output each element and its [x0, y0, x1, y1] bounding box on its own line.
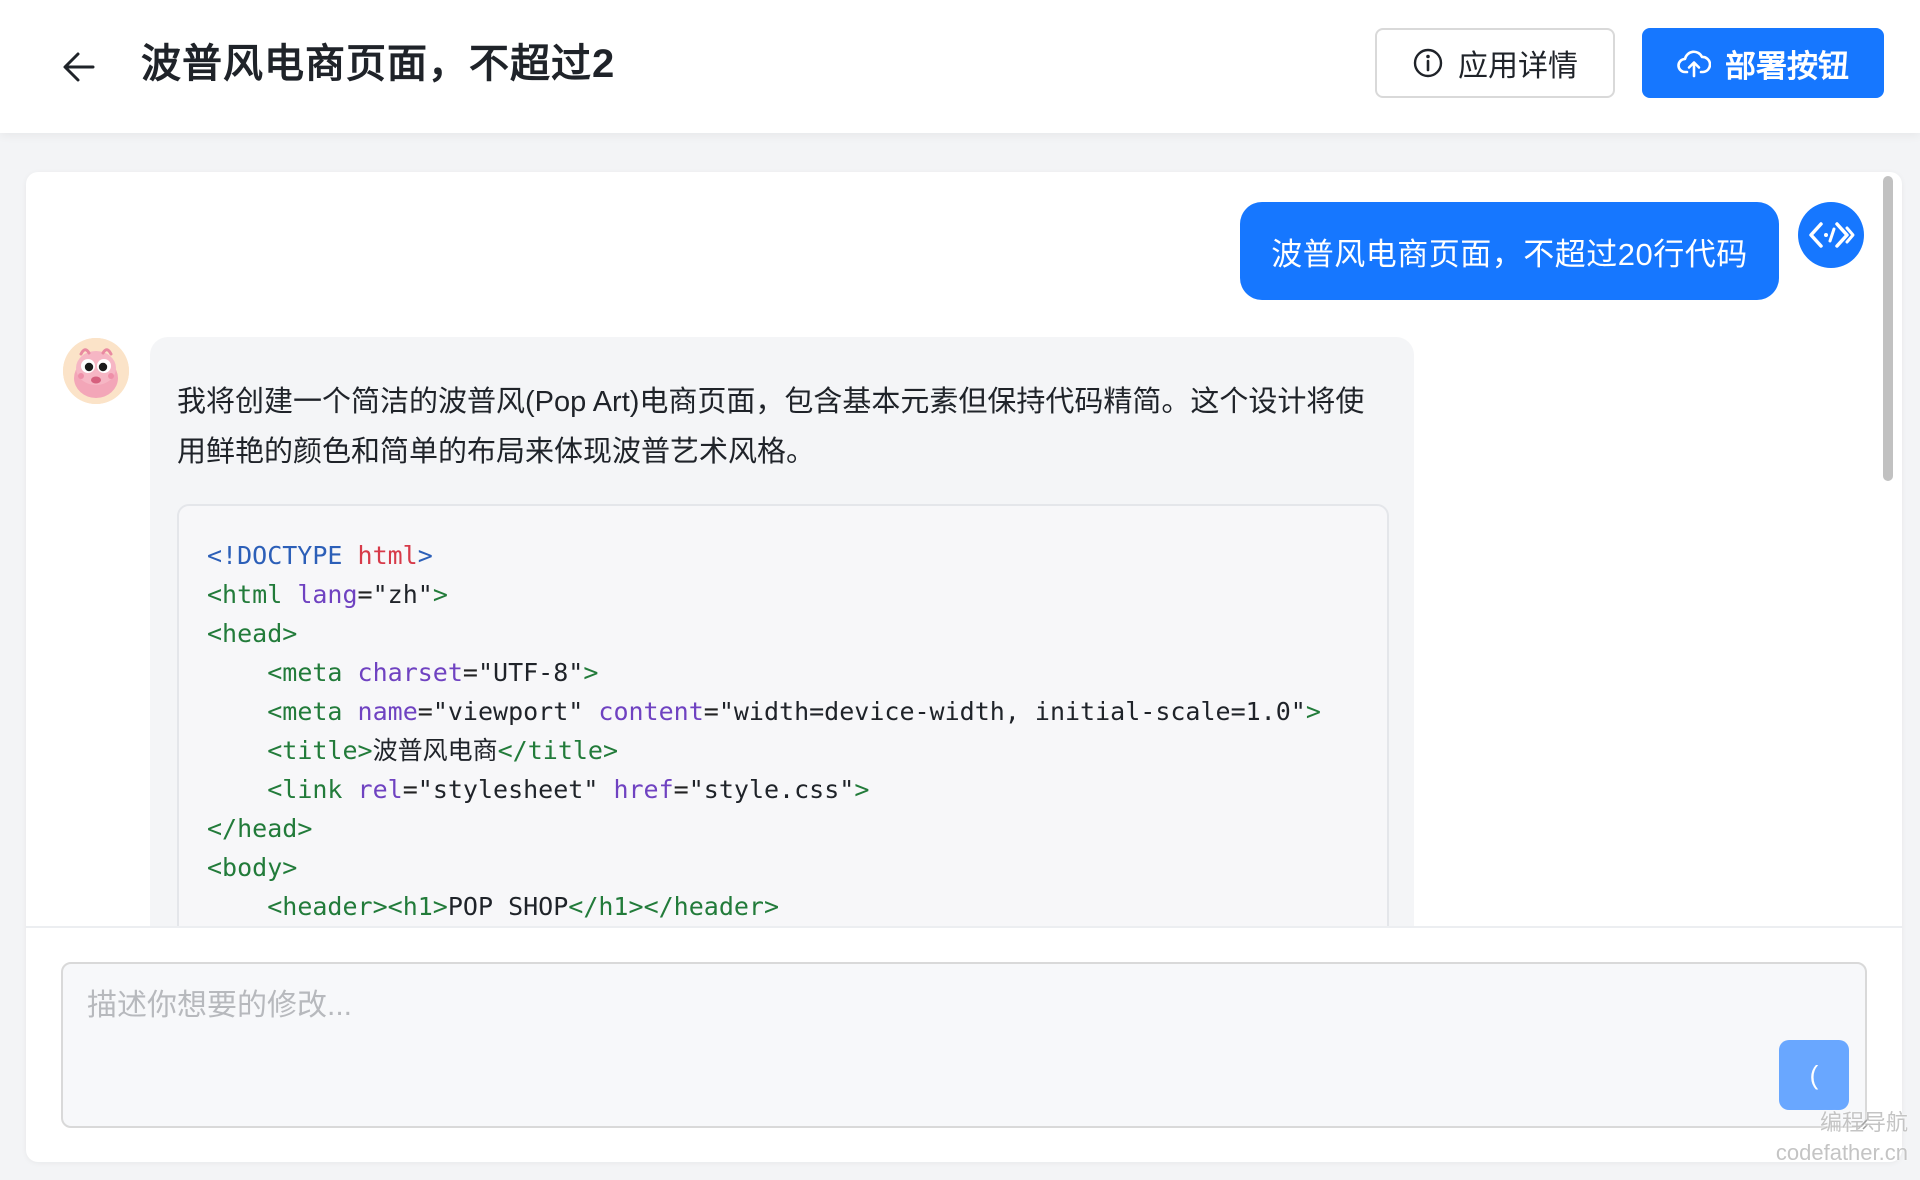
back-button[interactable] [54, 42, 104, 92]
code-line: <html lang="zh"> [207, 580, 448, 609]
code-line: <body> [207, 853, 298, 882]
app-details-button[interactable]: 应用详情 [1375, 28, 1615, 98]
app-details-label: 应用详情 [1458, 50, 1578, 83]
info-circle-icon [1413, 48, 1443, 78]
deploy-label: 部署按钮 [1725, 48, 1849, 84]
code-line: <meta charset="UTF-8"> [267, 658, 599, 687]
ai-message: 我将创建一个简洁的波普风(Pop Art)电商页面，包含基本元素但保持代码精简。… [150, 337, 1414, 926]
user-message: 波普风电商页面，不超过20行代码 [1240, 202, 1779, 300]
user-avatar [1798, 202, 1864, 268]
prompt-input[interactable] [63, 964, 1865, 1126]
code-line: <head> [207, 619, 298, 648]
loading-spinner-icon: ( [1809, 1059, 1819, 1090]
mascot-icon [63, 338, 129, 404]
app-title: 波普风电商页面，不超过2 [141, 42, 616, 86]
cloud-upload-icon [1677, 50, 1711, 78]
code-line: <header><h1>POP SHOP</h1></header> [267, 892, 780, 921]
divider [26, 926, 1902, 928]
code-line: <!DOCTYPE html> [207, 541, 433, 570]
watermark-line-1: 编程导航 [1819, 1110, 1908, 1135]
code-line: <meta name="viewport" content="width=dev… [267, 697, 1321, 726]
code-brackets-icon [1809, 222, 1855, 248]
scrollbar-thumb[interactable] [1883, 176, 1893, 481]
prompt-input-box[interactable] [61, 962, 1867, 1128]
code-line: </head> [207, 814, 313, 843]
code-block: <!DOCTYPE html> <html lang="zh"> <head> <m… [177, 504, 1389, 926]
message-list[interactable]: 波普风电商页面，不超过20行代码 我将创建一个简洁的波普风(Pop Art)电商… [26, 172, 1902, 926]
code-line: <title>波普风电商</title> [267, 736, 619, 765]
arrow-left-icon [63, 52, 95, 82]
code-line: <link rel="stylesheet" href="style.css"> [267, 775, 870, 804]
send-button[interactable]: ( [1779, 1040, 1849, 1110]
watermark-line-2: codefather.cn [1775, 1140, 1908, 1165]
ai-avatar [63, 338, 129, 404]
watermark: 编程导航 codefather.cn [1776, 1108, 1908, 1168]
chat-panel: 波普风电商页面，不超过20行代码 我将创建一个简洁的波普风(Pop Art)电商… [26, 172, 1902, 1162]
top-bar: 波普风电商页面，不超过2 应用详情 部署按钮 [0, 0, 1920, 133]
deploy-button[interactable]: 部署按钮 [1642, 28, 1884, 98]
ai-message-text: 我将创建一个简洁的波普风(Pop Art)电商页面，包含基本元素但保持代码精简。… [177, 386, 1365, 468]
